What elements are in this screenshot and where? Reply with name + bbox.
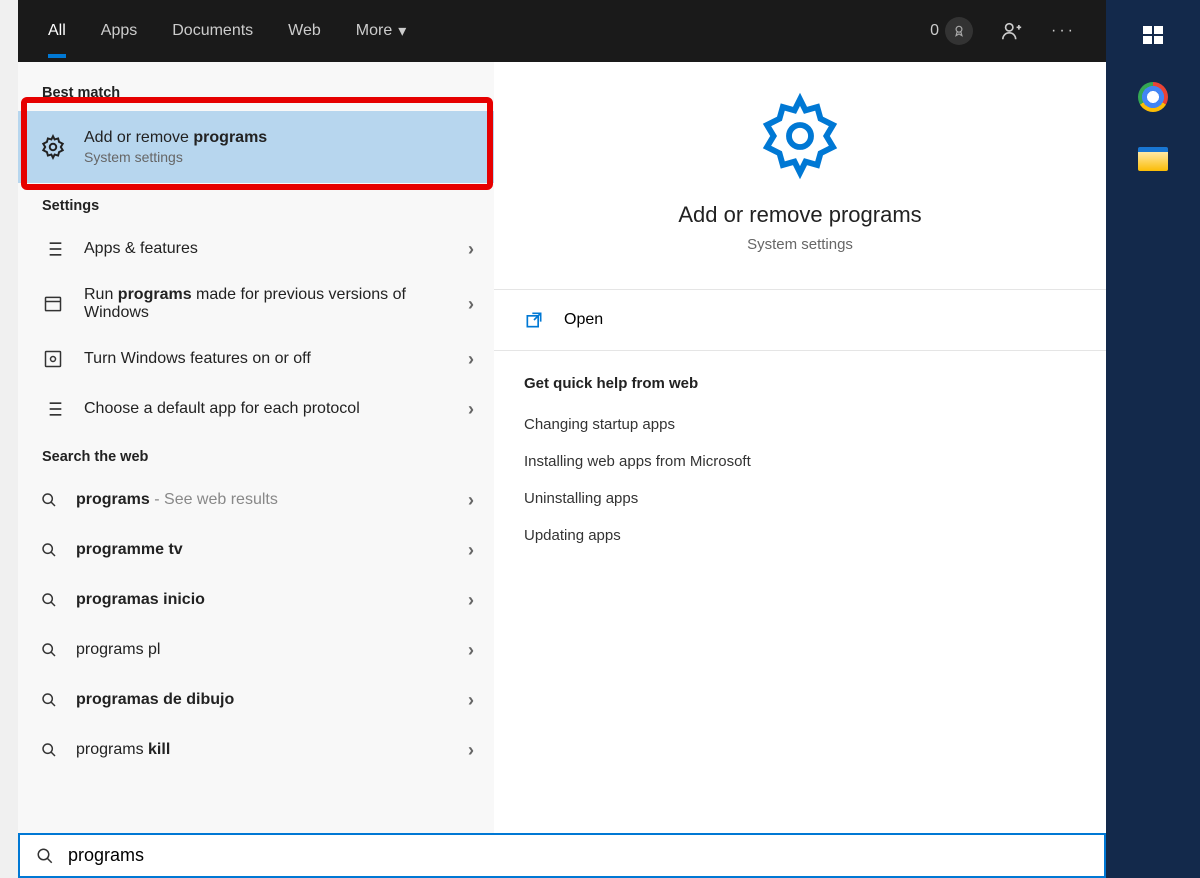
- open-action[interactable]: Open: [494, 290, 1106, 350]
- search-icon: [40, 687, 58, 713]
- search-icon: [40, 487, 58, 513]
- help-link[interactable]: Changing startup apps: [494, 406, 1106, 443]
- windows-start-icon[interactable]: [1136, 18, 1170, 52]
- help-link[interactable]: Uninstalling apps: [494, 480, 1106, 517]
- result-title: programs pl: [76, 641, 450, 659]
- chevron-right-icon: ›: [468, 740, 474, 761]
- tab-more-label: More: [356, 22, 392, 40]
- list-icon: [40, 396, 66, 422]
- tabs-right-controls: 0 ···: [930, 17, 1076, 45]
- result-run-compat[interactable]: Run programs made for previous versions …: [18, 274, 494, 334]
- tab-more[interactable]: More ▾: [356, 1, 406, 61]
- search-icon: [40, 587, 58, 613]
- preview-pane: Add or remove programs System settings O…: [494, 62, 1106, 833]
- list-icon: [40, 236, 66, 262]
- gear-icon: [40, 134, 66, 160]
- result-title: programme tv: [76, 541, 450, 559]
- web-result-programs[interactable]: programs - See web results ›: [18, 475, 494, 525]
- tab-documents[interactable]: Documents: [172, 2, 253, 60]
- result-windows-features[interactable]: Turn Windows features on or off ›: [18, 334, 494, 384]
- search-icon: [40, 737, 58, 763]
- result-best-match[interactable]: Add or remove programs System settings: [18, 111, 494, 183]
- chevron-right-icon: ›: [468, 540, 474, 561]
- search-input[interactable]: [68, 845, 1088, 866]
- search-tabs: All Apps Documents Web More ▾ 0 ···: [18, 0, 1106, 62]
- web-result-programme-tv[interactable]: programme tv ›: [18, 525, 494, 575]
- results-pane: Best match Add or remove programs System…: [18, 62, 494, 833]
- preview-subtitle: System settings: [747, 236, 853, 253]
- chevron-right-icon: ›: [468, 690, 474, 711]
- chevron-down-icon: ▾: [398, 21, 406, 41]
- preview-help-header: Get quick help from web: [494, 351, 1106, 406]
- tab-web[interactable]: Web: [288, 2, 321, 60]
- open-label: Open: [564, 311, 603, 329]
- web-result-programs-kill[interactable]: programs kill ›: [18, 725, 494, 775]
- rewards-count-value: 0: [930, 22, 939, 40]
- web-result-programas-dibujo[interactable]: programas de dibujo ›: [18, 675, 494, 725]
- result-title: programas inicio: [76, 591, 450, 609]
- chevron-right-icon: ›: [468, 349, 474, 370]
- search-icon: [40, 637, 58, 663]
- medal-icon: [945, 17, 973, 45]
- result-title: programas de dibujo: [76, 691, 450, 709]
- chevron-right-icon: ›: [468, 294, 474, 315]
- section-search-web: Search the web: [18, 434, 494, 475]
- more-options-icon[interactable]: ···: [1051, 22, 1076, 40]
- features-icon: [40, 346, 66, 372]
- result-title: Add or remove programs: [84, 129, 474, 147]
- file-explorer-icon[interactable]: [1136, 142, 1170, 176]
- section-best-match: Best match: [18, 70, 494, 111]
- result-subtitle: System settings: [84, 149, 474, 165]
- result-apps-features[interactable]: Apps & features ›: [18, 224, 494, 274]
- result-title: programs kill: [76, 741, 450, 759]
- web-result-programs-pl[interactable]: programs pl ›: [18, 625, 494, 675]
- tab-all[interactable]: All: [48, 2, 66, 60]
- search-icon: [36, 847, 54, 865]
- section-settings: Settings: [18, 183, 494, 224]
- chevron-right-icon: ›: [468, 590, 474, 611]
- gear-icon: [756, 92, 844, 180]
- chevron-right-icon: ›: [468, 640, 474, 661]
- result-title: Turn Windows features on or off: [84, 350, 450, 368]
- web-result-programas-inicio[interactable]: programas inicio ›: [18, 575, 494, 625]
- taskbar: [1106, 0, 1200, 878]
- chevron-right-icon: ›: [468, 399, 474, 420]
- result-title: Run programs made for previous versions …: [84, 286, 450, 322]
- tab-apps[interactable]: Apps: [101, 2, 137, 60]
- rewards-count[interactable]: 0: [930, 17, 973, 45]
- search-bar[interactable]: [18, 833, 1106, 878]
- result-default-protocol[interactable]: Choose a default app for each protocol ›: [18, 384, 494, 434]
- chevron-right-icon: ›: [468, 490, 474, 511]
- result-title: Choose a default app for each protocol: [84, 400, 450, 418]
- result-title: programs - See web results: [76, 491, 450, 509]
- window-icon: [40, 291, 66, 317]
- open-icon: [524, 310, 544, 330]
- help-link[interactable]: Updating apps: [494, 517, 1106, 554]
- preview-title: Add or remove programs: [678, 202, 921, 228]
- account-icon[interactable]: [1001, 20, 1023, 42]
- search-icon: [40, 537, 58, 563]
- help-link[interactable]: Installing web apps from Microsoft: [494, 443, 1106, 480]
- search-window: All Apps Documents Web More ▾ 0 ···: [18, 0, 1106, 878]
- chevron-right-icon: ›: [468, 239, 474, 260]
- result-title: Apps & features: [84, 240, 450, 258]
- chrome-icon[interactable]: [1136, 80, 1170, 114]
